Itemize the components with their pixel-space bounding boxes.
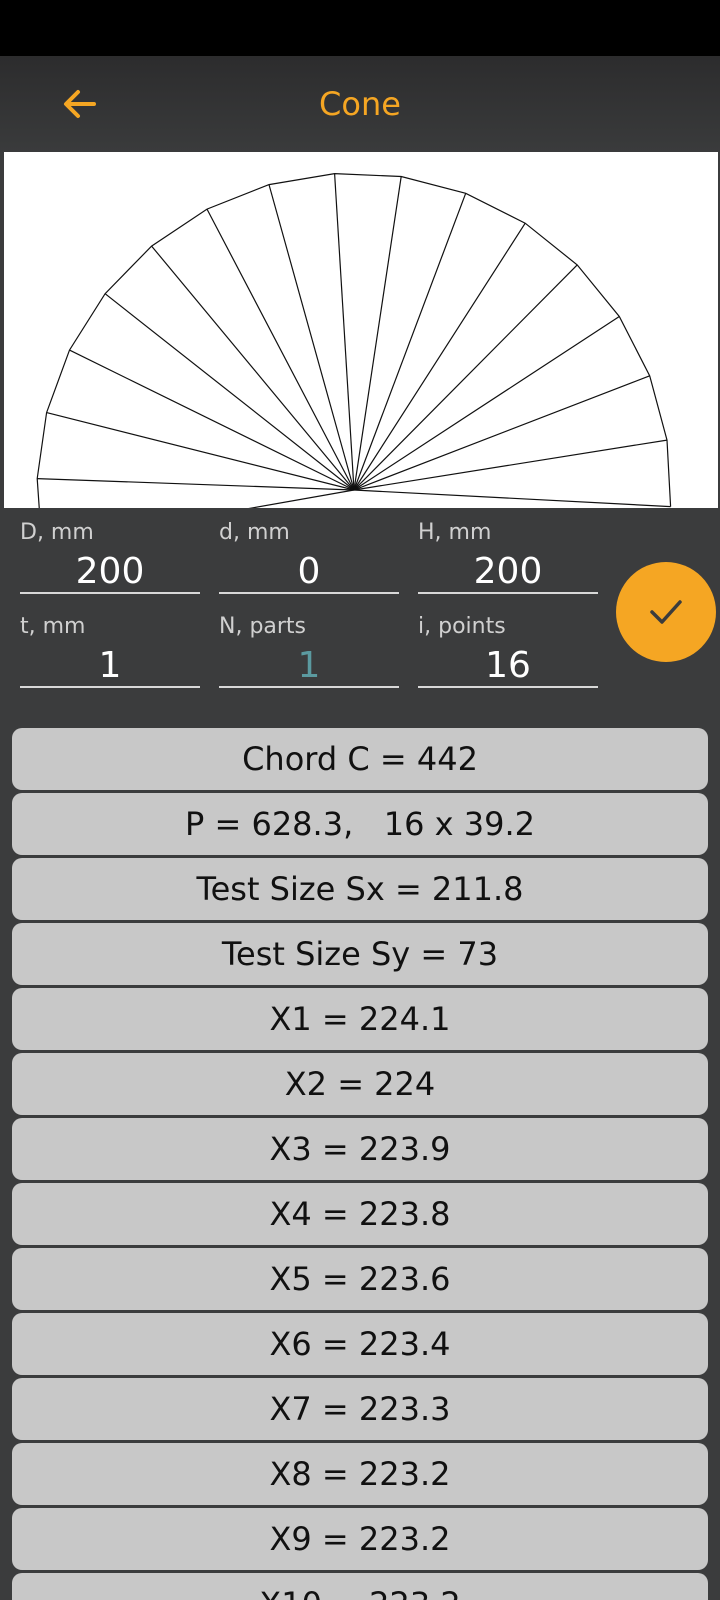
back-button[interactable]	[48, 76, 112, 132]
input-label: H, mm	[418, 520, 492, 545]
input-value[interactable]: 1	[20, 644, 200, 688]
pattern-radial-line	[46, 412, 355, 491]
result-item[interactable]: X9 = 223.2	[12, 1508, 708, 1570]
pattern-outer-chord	[36, 172, 672, 508]
pattern-radial-line	[353, 264, 578, 491]
confirm-button[interactable]	[616, 562, 716, 662]
result-item[interactable]: X3 = 223.9	[12, 1118, 708, 1180]
input-value[interactable]: 200	[418, 550, 598, 594]
pattern-radial-line	[248, 489, 355, 508]
input-value[interactable]: 16	[418, 644, 598, 688]
checkmark-icon	[650, 600, 682, 624]
result-item[interactable]: X7 = 223.3	[12, 1378, 708, 1440]
pattern-radial-line	[334, 173, 355, 491]
result-item[interactable]: X4 = 223.8	[12, 1183, 708, 1245]
input-value[interactable]: 1	[219, 644, 399, 688]
input-label: t, mm	[20, 614, 86, 639]
input-label: N, parts	[219, 614, 307, 639]
pattern-radial-line	[206, 208, 355, 491]
result-item[interactable]: Chord C = 442	[12, 728, 708, 790]
pattern-radial-line	[151, 245, 355, 491]
result-item[interactable]: X1 = 224.1	[12, 988, 708, 1050]
result-item[interactable]: P = 628.3, 16 x 39.2	[12, 793, 708, 855]
pattern-radial-line	[353, 439, 668, 491]
app-bar: Cone	[0, 56, 720, 152]
result-item[interactable]: X5 = 223.6	[12, 1248, 708, 1310]
pattern-radial-line	[353, 489, 671, 508]
result-item[interactable]: Test Size Sx = 211.8	[12, 858, 708, 920]
result-item[interactable]: X8 = 223.2	[12, 1443, 708, 1505]
cone-pattern-svg	[36, 172, 672, 508]
pattern-radial-line	[69, 349, 355, 491]
result-item[interactable]: X2 = 224	[12, 1053, 708, 1115]
cone-pattern-diagram	[4, 152, 718, 508]
result-item[interactable]: X10 = 223.2	[12, 1573, 708, 1600]
pattern-radial-line	[353, 176, 402, 491]
result-item[interactable]: Test Size Sy = 73	[12, 923, 708, 985]
input-value[interactable]: 0	[219, 550, 399, 594]
result-item[interactable]: X6 = 223.4	[12, 1313, 708, 1375]
pattern-radial-line	[37, 478, 355, 491]
pattern-radial-line	[268, 184, 355, 491]
arrow-left-icon	[64, 90, 96, 118]
input-value[interactable]: 200	[20, 550, 200, 594]
input-label: D, mm	[20, 520, 94, 545]
input-label: i, points	[418, 614, 506, 639]
input-label: d, mm	[219, 520, 290, 545]
pattern-radial-line	[104, 293, 355, 491]
status-bar	[0, 0, 720, 56]
